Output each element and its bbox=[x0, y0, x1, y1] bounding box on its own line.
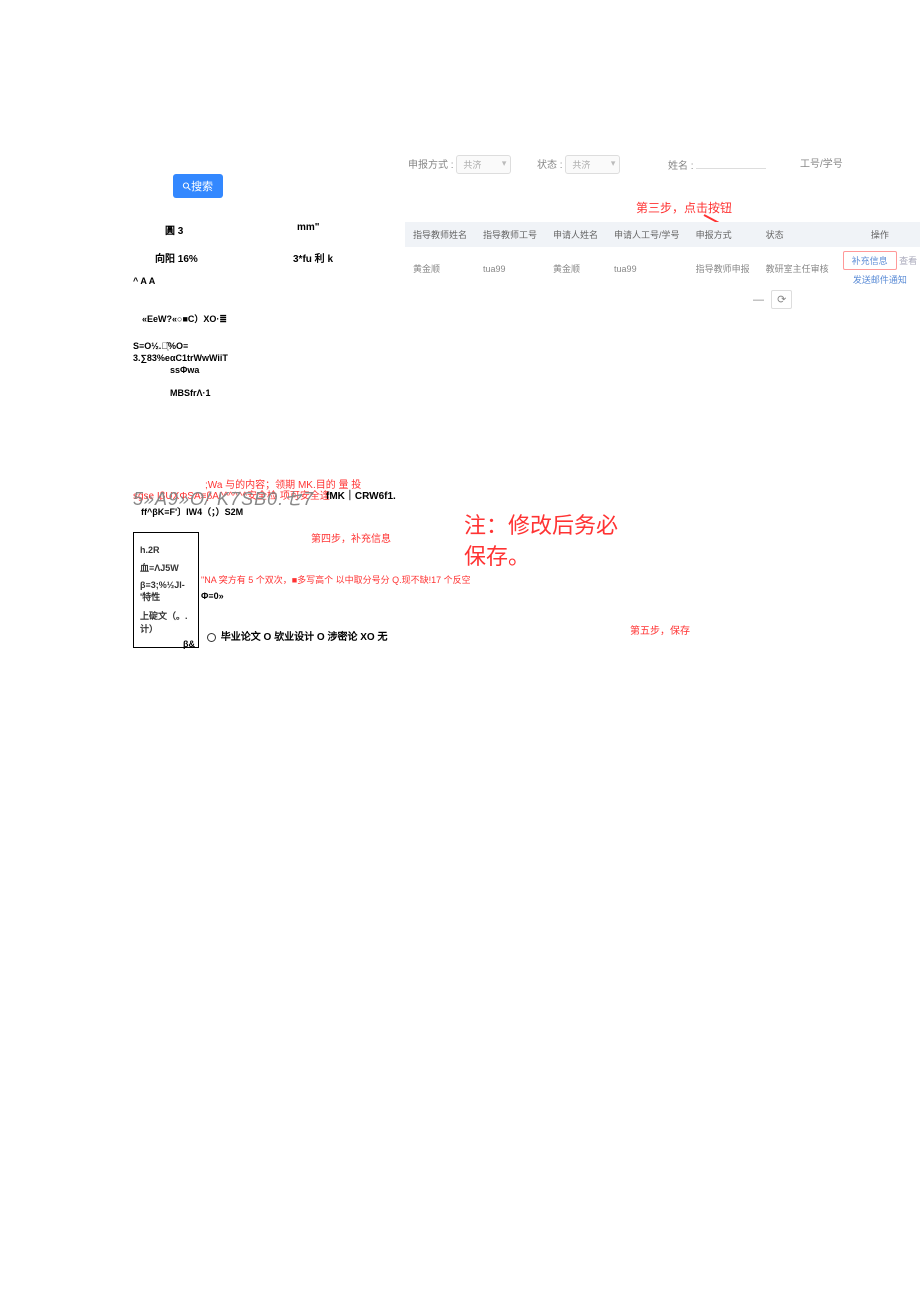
left-frag-r2b: 3*fu 利 k bbox=[293, 250, 333, 265]
cell-applicant-id: tua99 bbox=[606, 247, 688, 290]
notify-link[interactable]: 发送邮件通知 bbox=[843, 273, 918, 286]
cell-applicant-name: 黄金顺 bbox=[545, 247, 606, 290]
filter-name-label: 姓名 : bbox=[668, 161, 694, 172]
filter-name: 姓名 : bbox=[668, 155, 766, 172]
pager-dash: — bbox=[753, 294, 764, 306]
view-link[interactable]: 查看 bbox=[899, 256, 917, 266]
big-note-1: 注：修改后务必 bbox=[464, 509, 618, 542]
cell-teacher-name: 黄金顺 bbox=[405, 247, 475, 290]
box-r3b: Φ≡0» bbox=[201, 591, 224, 601]
col-teacher-name: 指导教师姓名 bbox=[405, 222, 475, 247]
table-header-row: 指导教师姓名 指导教师工号 申请人姓名 申请人工号/学号 申报方式 状态 操作 bbox=[405, 222, 920, 247]
left-frag-r2a: 向阳 16% bbox=[155, 250, 198, 265]
applications-table: 指导教师姓名 指导教师工号 申请人姓名 申请人工号/学号 申报方式 状态 操作 … bbox=[405, 222, 920, 290]
col-applicant-id: 申请人工号/学号 bbox=[606, 222, 688, 247]
table-row: 黄金顺 tua99 黄金顺 tua99 指导教师申报 教研室主任审核 补充信息 … bbox=[405, 247, 920, 290]
radio-icon[interactable] bbox=[207, 633, 216, 642]
cell-teacher-id: tua99 bbox=[475, 247, 545, 290]
filter-id: 工号/学号 bbox=[800, 155, 843, 170]
box-r1: h.2R bbox=[140, 545, 192, 555]
box-r3a: β≡3;%½Jl-'特性 bbox=[140, 580, 185, 602]
filter-mode-select[interactable]: 共济 bbox=[456, 155, 511, 174]
big-note-2: 保存。 bbox=[464, 540, 530, 573]
step5-callout: 第五步，保存 bbox=[630, 622, 690, 637]
filter-name-input[interactable] bbox=[696, 155, 766, 169]
bottom-line2b: fMK｜CRW6f1. bbox=[326, 487, 396, 502]
left-frag-r5c: ssΦwa bbox=[170, 365, 199, 375]
box-r2: 血≡ΛJ5W bbox=[140, 561, 192, 574]
col-applicant-name: 申请人姓名 bbox=[545, 222, 606, 247]
inline-red1: "NA 突方有 5 个双次，■多写高个 以中取分号分 Q.现不缺!17 个反空 bbox=[201, 573, 471, 586]
left-frag-r3: ^ A A bbox=[133, 276, 155, 286]
cell-status: 教研室主任审核 bbox=[758, 247, 837, 290]
cell-action: 补充信息 查看 发送邮件通知 bbox=[837, 247, 920, 290]
left-frag-r1b: mm" bbox=[297, 222, 320, 233]
step3-callout: 第三步，点击按钮 bbox=[636, 199, 732, 216]
outline-box: h.2R 血≡ΛJ5W β≡3;%½Jl-'特性 上碇文（。.计） bbox=[133, 532, 199, 648]
filter-mode: 申报方式 : 共济 bbox=[408, 155, 511, 174]
pager: — ⟳ bbox=[753, 290, 792, 309]
filter-mode-label: 申报方式 : bbox=[408, 160, 454, 171]
radio-row: 毕业论文 O 欤业设计 O 涉密论 XO 无 bbox=[205, 628, 387, 643]
filter-status: 状态 : 共济 bbox=[537, 155, 620, 174]
filter-status-label: 状态 : bbox=[537, 160, 563, 171]
left-frag-r1a: 圓 3 bbox=[165, 222, 183, 237]
pager-refresh[interactable]: ⟳ bbox=[771, 290, 792, 309]
col-status: 状态 bbox=[758, 222, 837, 247]
left-frag-r5b: 3.∑83%eαC1trWwWiiT bbox=[133, 353, 228, 363]
radio-labels: 毕业论文 O 欤业设计 O 涉密论 XO 无 bbox=[221, 632, 388, 643]
col-apply-mode: 申报方式 bbox=[688, 222, 758, 247]
filter-status-select[interactable]: 共济 bbox=[565, 155, 620, 174]
left-frag-r5a: S≡O½.买᷂᷉%O≡ bbox=[133, 341, 188, 351]
filter-id-label: 工号/学号 bbox=[800, 159, 843, 170]
box-r4a: 上碇文（。.计） bbox=[140, 609, 192, 635]
col-teacher-id: 指导教师工号 bbox=[475, 222, 545, 247]
step4-callout: 第四步，补充信息 bbox=[311, 530, 391, 545]
search-button[interactable]: 搜索 bbox=[173, 174, 223, 198]
left-frag-r4: «EeW?«○■C）XO·≣ bbox=[142, 312, 227, 325]
supplement-button[interactable]: 补充信息 bbox=[843, 251, 897, 270]
left-frag-r6: MBSfrΛ·1 bbox=[170, 388, 211, 398]
bottom-line3: ff^βK≡F'〕IW4（；）S2M bbox=[141, 505, 243, 518]
col-action: 操作 bbox=[837, 222, 920, 247]
box-r4b: β& bbox=[183, 639, 195, 649]
cell-apply-mode: 指导教师申报 bbox=[688, 247, 758, 290]
